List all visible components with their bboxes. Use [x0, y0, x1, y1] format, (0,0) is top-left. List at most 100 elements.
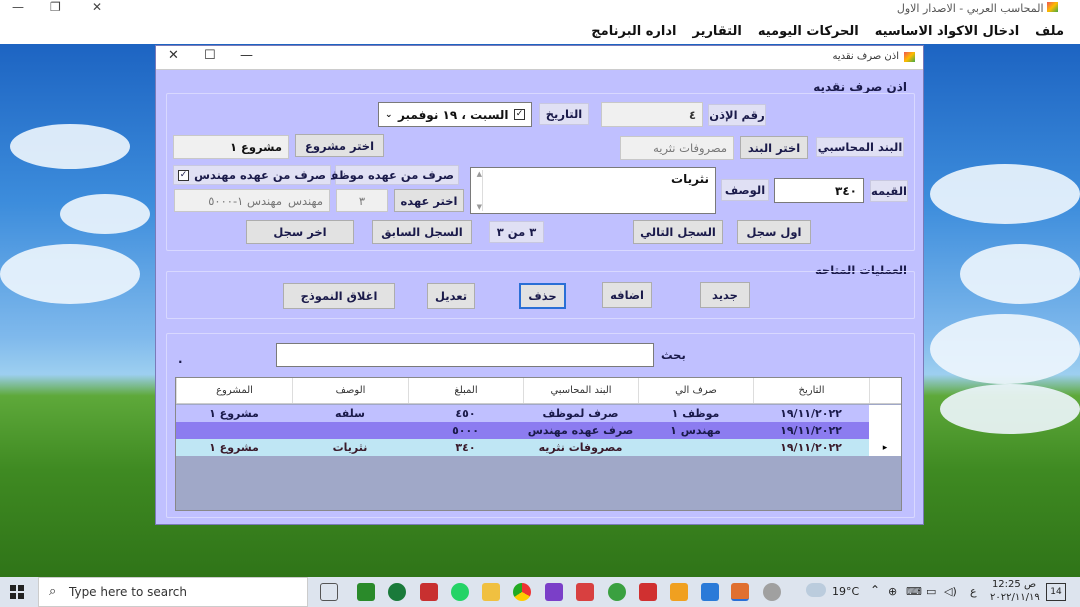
item-value-field[interactable]: مصروفات نثريه	[620, 136, 734, 160]
whatsapp-icon[interactable]	[451, 583, 469, 601]
chevron-down-icon[interactable]: ⌄	[385, 110, 393, 120]
window-maximize-button[interactable]: ☐	[204, 48, 216, 63]
edit-button[interactable]: تعديل	[427, 283, 475, 309]
add-button[interactable]: اضافه	[602, 282, 652, 308]
textarea-scrollbar[interactable]: ▲ ▼	[473, 170, 483, 211]
weather-temp[interactable]: 19°C	[832, 585, 859, 598]
cell-accounting-item[interactable]: مصروفات نثريه	[523, 439, 638, 456]
table-row[interactable]: ٥٠٠٠ صرف عهده مهندس مهندس ١ ١٩/١١/٢٠٢٢	[176, 422, 901, 439]
cell-project[interactable]: مشروع ١	[176, 405, 292, 422]
cell-accounting-item[interactable]: صرف عهده مهندس	[523, 422, 638, 439]
date-picker[interactable]: ✓ السبت ، ١٩ نوفمبر ⌄	[378, 102, 532, 127]
col-paid-to[interactable]: صرف الي	[638, 378, 753, 403]
cell-amount[interactable]: ٥٠٠٠	[408, 422, 523, 439]
weather-icon[interactable]	[806, 583, 826, 597]
app-icon-hs[interactable]	[388, 583, 406, 601]
main-minimize-button[interactable]: —	[12, 0, 24, 14]
next-record-button[interactable]: السجل التالي	[633, 220, 723, 244]
row-header[interactable]	[869, 405, 901, 422]
permit-no-field[interactable]: ٤	[601, 102, 703, 127]
choose-custody-button[interactable]: اختر عهده	[394, 189, 464, 212]
new-button[interactable]: جديد	[700, 282, 750, 308]
app-icon-bird[interactable]	[639, 583, 657, 601]
main-restore-button[interactable]: ❐	[50, 0, 61, 14]
prev-record-button[interactable]: السجل السابق	[372, 220, 472, 244]
col-date[interactable]: التاريخ	[753, 378, 869, 403]
network-icon[interactable]: ⊕	[888, 585, 897, 598]
cell-description[interactable]: نثريات	[292, 439, 408, 456]
choose-project-button[interactable]: اختر مشروع	[295, 134, 384, 157]
cell-description[interactable]	[292, 422, 408, 439]
cell-project[interactable]	[176, 422, 292, 439]
cell-date[interactable]: ١٩/١١/٢٠٢٢	[753, 422, 869, 439]
last-record-button[interactable]: اخر سجل	[246, 220, 354, 244]
description-textarea[interactable]: نثريات ▲ ▼	[470, 167, 716, 214]
emp-custody-option[interactable]: صرف من عهده موظف	[323, 165, 459, 185]
custody-id-field[interactable]: ٣	[336, 189, 388, 212]
permit-no-label: رقم الإذن	[708, 104, 766, 126]
value-input[interactable]: ٣٤٠	[774, 178, 864, 203]
app-icon-orange[interactable]	[670, 583, 688, 601]
app-icon-green[interactable]	[357, 583, 375, 601]
col-project[interactable]: المشروع	[176, 378, 292, 403]
records-grid[interactable]: المشروع الوصف المبلغ البند المحاسبي صرف …	[175, 377, 902, 511]
menu-basic-codes[interactable]: ادخال الاكواد الاساسيه	[867, 24, 1027, 39]
col-accounting-item[interactable]: البند المحاسبي	[523, 378, 638, 403]
cell-project[interactable]: مشروع ١	[176, 439, 292, 456]
taskbar-search-box[interactable]: ⌕ Type here to search	[38, 577, 308, 607]
menu-reports[interactable]: التقارير	[684, 24, 749, 39]
running-app-icon[interactable]	[731, 583, 749, 601]
task-view-icon[interactable]	[320, 583, 338, 601]
eng-custody-checkbox[interactable]: ✓	[178, 169, 189, 181]
cell-date[interactable]: ١٩/١١/٢٠٢٢	[753, 439, 869, 456]
cell-date[interactable]: ١٩/١١/٢٠٢٢	[753, 405, 869, 422]
cell-accounting-item[interactable]: صرف لموظف	[523, 405, 638, 422]
cell-paid-to[interactable]	[638, 439, 753, 456]
menu-program-admin[interactable]: اداره البرنامج	[583, 24, 684, 39]
window-minimize-button[interactable]: —	[240, 48, 253, 63]
close-form-button[interactable]: اغلاق النموذج	[283, 283, 395, 309]
notifications-icon[interactable]: 14	[1046, 583, 1066, 601]
app-icon-mail[interactable]	[576, 583, 594, 601]
visual-studio-icon[interactable]	[545, 583, 563, 601]
row-header[interactable]	[869, 422, 901, 439]
date-checkbox[interactable]: ✓	[514, 109, 525, 120]
window-close-button[interactable]: ✕	[168, 48, 179, 63]
search-dot: .	[178, 352, 183, 366]
col-description[interactable]: الوصف	[292, 378, 408, 403]
cell-paid-to[interactable]: مهندس ١	[638, 422, 753, 439]
vscode-icon[interactable]	[701, 583, 719, 601]
project-value-field[interactable]: مشروع ١	[173, 135, 289, 159]
main-close-button[interactable]: ✕	[92, 0, 102, 14]
cell-amount[interactable]: ٣٤٠	[408, 439, 523, 456]
search-input[interactable]	[276, 343, 654, 367]
current-row-marker-icon[interactable]: ▸	[869, 439, 901, 456]
clock[interactable]: ص 12:25 ٢٠٢٢/١١/١٩	[990, 578, 1040, 604]
tray-chevron-icon[interactable]: ⌃	[870, 583, 880, 597]
battery-icon[interactable]: ▭	[926, 585, 936, 598]
windows-start-icon[interactable]	[10, 585, 24, 599]
custody-name-field[interactable]: مهندس مهندس ١-٥٠٠٠	[174, 189, 330, 212]
app-icon-gray[interactable]	[763, 583, 781, 601]
eng-custody-option[interactable]: صرف من عهده مهندس ✓	[173, 165, 331, 185]
cell-description[interactable]: سلفه	[292, 405, 408, 422]
menu-daily-transactions[interactable]: الحركات اليوميه	[750, 24, 867, 39]
menu-file[interactable]: ملف	[1027, 24, 1072, 39]
value-label: القيمه	[870, 180, 908, 202]
cell-amount[interactable]: ٤٥٠	[408, 405, 523, 422]
cell-paid-to[interactable]: موظف ١	[638, 405, 753, 422]
delete-button[interactable]: حذف	[519, 283, 566, 309]
accounting-item-label: البند المحاسبي	[816, 137, 904, 157]
col-amount[interactable]: المبلغ	[408, 378, 523, 403]
table-row[interactable]: مشروع ١ سلفه ٤٥٠ صرف لموظف موظف ١ ١٩/١١/…	[176, 405, 901, 422]
app-icon-db[interactable]	[608, 583, 626, 601]
file-explorer-icon[interactable]	[482, 583, 500, 601]
chrome-icon[interactable]	[513, 583, 531, 601]
first-record-button[interactable]: اول سجل	[737, 220, 811, 244]
table-row-current[interactable]: مشروع ١ نثريات ٣٤٠ مصروفات نثريه ١٩/١١/٢…	[176, 439, 901, 456]
volume-icon[interactable]: ◁)	[944, 585, 957, 598]
choose-item-button[interactable]: اختر البند	[740, 136, 808, 159]
input-language[interactable]: ع	[970, 585, 977, 598]
app-icon-red[interactable]	[420, 583, 438, 601]
keyboard-icon[interactable]: ⌨	[906, 585, 922, 598]
